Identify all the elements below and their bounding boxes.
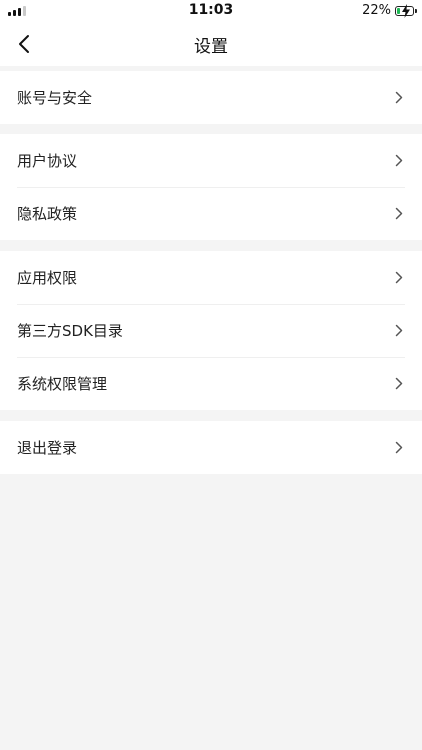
settings-item-label: 系统权限管理	[17, 375, 108, 393]
settings-group-permissions: 应用权限 第三方SDK目录 系统权限管理	[0, 251, 422, 410]
chevron-right-icon	[395, 271, 403, 284]
chevron-right-icon	[395, 324, 403, 337]
chevron-right-icon	[395, 441, 403, 454]
settings-item-label: 用户协议	[17, 152, 78, 170]
settings-item-user-agreement[interactable]: 用户协议	[0, 134, 422, 187]
settings-item-label: 退出登录	[17, 439, 78, 457]
status-bar: 11:03 22%	[0, 0, 422, 22]
chevron-right-icon	[395, 377, 403, 390]
battery-indicator: 22%	[362, 3, 417, 18]
settings-group-account: 账号与安全	[0, 71, 422, 124]
status-time: 11:03	[188, 2, 234, 18]
settings-item-account-security[interactable]: 账号与安全	[0, 71, 422, 124]
settings-item-system-permissions[interactable]: 系统权限管理	[0, 357, 422, 410]
battery-percent: 22%	[362, 3, 391, 18]
settings-item-label: 隐私政策	[17, 205, 78, 223]
chevron-right-icon	[395, 207, 403, 220]
logout-button[interactable]: 退出登录	[0, 421, 422, 474]
settings-item-third-party-sdk[interactable]: 第三方SDK目录	[0, 304, 422, 357]
settings-item-label: 应用权限	[17, 269, 78, 287]
navigation-bar: 设置	[0, 22, 422, 66]
chevron-right-icon	[395, 91, 403, 104]
battery-icon	[395, 3, 417, 18]
charging-bolt-icon	[402, 3, 410, 18]
settings-group-agreements: 用户协议 隐私政策	[0, 134, 422, 240]
settings-item-label: 第三方SDK目录	[17, 322, 123, 340]
settings-item-app-permissions[interactable]: 应用权限	[0, 251, 422, 304]
battery-level-fill	[397, 7, 400, 14]
settings-group-logout: 退出登录	[0, 421, 422, 474]
settings-item-label: 账号与安全	[17, 89, 93, 107]
chevron-right-icon	[395, 154, 403, 167]
page-title: 设置	[194, 37, 228, 57]
settings-item-privacy-policy[interactable]: 隐私政策	[0, 187, 422, 240]
